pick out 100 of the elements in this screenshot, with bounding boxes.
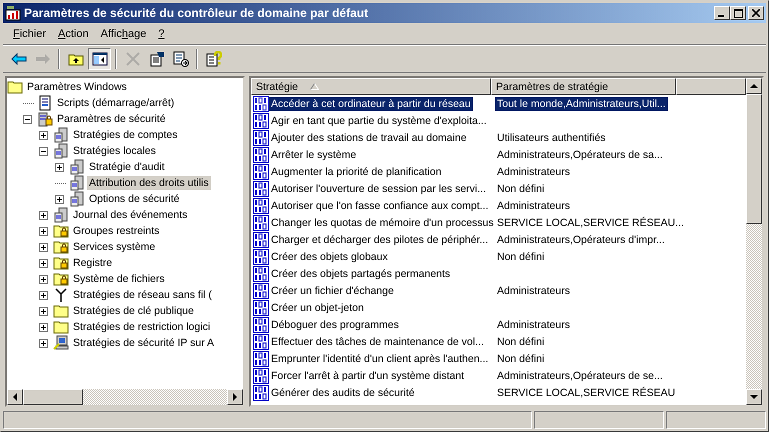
policy-name[interactable]: Créer des objets partagés permanents (269, 266, 452, 280)
tree-item[interactable]: Groupes restreints (71, 224, 162, 238)
folder-icon (53, 303, 69, 319)
policy-name[interactable]: Ajouter des stations de travail au domaine (269, 130, 469, 144)
policy-setting: Administrateurs (496, 198, 571, 212)
vertical-scrollbar[interactable] (746, 78, 762, 405)
policy-name[interactable]: Changer les quotas de mémoire d'un processus (269, 216, 496, 230)
close-button[interactable] (748, 6, 764, 20)
expand-icon[interactable] (39, 338, 50, 348)
policy-name[interactable]: Créer un objet-jeton (269, 300, 366, 314)
policy-name[interactable]: Effectuer des tâches de maintenance de vol... (269, 334, 486, 348)
lock-folder-icon (53, 271, 69, 287)
policy-icon (253, 214, 269, 230)
tree-item[interactable]: Stratégies de clé publique (71, 304, 196, 318)
menu-item[interactable]: ? (152, 26, 170, 42)
policy-name[interactable]: Forcer l'arrêt à partir d'un système distant (269, 368, 466, 382)
policy-name[interactable]: Autoriser que l'on fasse confiance aux compt... (269, 198, 490, 212)
tree-item[interactable]: Stratégies de réseau sans fil ( (71, 288, 214, 302)
expand-icon[interactable] (55, 162, 66, 172)
policy-setting: SERVICE LOCAL,SERVICE RÉSEAU... (496, 216, 685, 230)
app-icon (5, 5, 21, 21)
policy-name[interactable]: Augmenter la priorité de planification (269, 164, 444, 178)
expand-icon[interactable] (39, 306, 50, 316)
policy-icon (253, 384, 269, 400)
column-header[interactable] (676, 78, 746, 95)
policy-icon (253, 282, 269, 298)
tree-item[interactable]: Attribution des droits utilis (87, 176, 211, 190)
policy-setting: Administrateurs,Opérateurs de se... (496, 368, 664, 382)
expand-icon[interactable] (39, 242, 50, 252)
horizontal-scrollbar[interactable] (7, 389, 243, 405)
server-icon (69, 191, 85, 207)
computer-key-icon (53, 335, 69, 351)
policy-icon (253, 164, 269, 180)
down-arrow-icon (750, 394, 758, 400)
policy-icon (253, 350, 269, 366)
server-lock-icon (37, 111, 53, 127)
tree-item[interactable]: Stratégies locales (71, 144, 158, 158)
tree-item[interactable]: Services système (71, 240, 158, 254)
policy-icon (253, 180, 269, 196)
tree-item[interactable]: Registre (71, 256, 114, 270)
minimize-button[interactable] (714, 6, 730, 20)
maximize-button[interactable] (730, 6, 746, 20)
policy-name[interactable]: Arrêter le système (269, 148, 358, 162)
tree-item[interactable]: Stratégies de comptes (71, 128, 180, 142)
column-header[interactable]: Stratégie (251, 78, 491, 95)
policy-setting: Tout le monde,Administrateurs,Util... (495, 96, 668, 110)
window-title: Paramètres de sécurité du contrôleur de domaine par défaut (24, 6, 370, 20)
policy-name[interactable]: Déboguer des programmes (269, 318, 401, 332)
tree-item[interactable]: Paramètres de sécurité (55, 112, 168, 126)
tree-item[interactable]: Paramètres Windows (25, 80, 129, 94)
policy-setting: Administrateurs (496, 164, 571, 178)
policy-name[interactable]: Charger et décharger des pilotes de périphér... (269, 232, 490, 246)
expand-icon[interactable] (39, 226, 50, 236)
policy-setting: Non défini (496, 334, 546, 348)
policy-setting: Non défini (496, 182, 546, 196)
column-header[interactable]: Paramètres de stratégie (491, 78, 676, 95)
policy-setting: SERVICE LOCAL,SERVICE RÉSEAU (496, 386, 676, 400)
policy-icon (253, 334, 269, 350)
policy-name[interactable]: Créer un fichier d'échange (269, 284, 396, 298)
collapse-icon[interactable] (23, 114, 34, 124)
menu-item[interactable]: Affichage (94, 26, 152, 42)
left-arrow-icon (12, 393, 18, 401)
expand-icon[interactable] (39, 130, 50, 140)
server-icon (69, 159, 85, 175)
policy-name[interactable]: Autoriser l'ouverture de session par les servi... (269, 182, 488, 196)
policy-setting: Administrateurs (496, 284, 571, 298)
tree-item[interactable]: Journal des événements (71, 208, 190, 222)
policy-setting: Administrateurs (496, 318, 571, 332)
policy-icon (253, 232, 269, 248)
up-arrow-icon (750, 83, 758, 89)
policy-name[interactable]: Accéder à cet ordinateur à partir du réseau (269, 96, 473, 110)
collapse-icon[interactable] (39, 146, 50, 156)
tree-item[interactable]: Stratégie d'audit (87, 160, 167, 174)
policy-icon (253, 300, 269, 316)
expand-icon[interactable] (39, 322, 50, 332)
policy-name[interactable]: Créer des objets globaux (269, 250, 390, 264)
policy-icon (253, 316, 269, 332)
expand-icon[interactable] (39, 290, 50, 300)
antenna-icon (53, 287, 69, 303)
policy-name[interactable]: Générer des audits de sécurité (269, 386, 417, 400)
policy-icon (253, 248, 269, 264)
policy-icon (253, 266, 269, 282)
menu-item[interactable]: Action (52, 26, 95, 42)
server-icon (53, 143, 69, 159)
tree-item[interactable]: Scripts (démarrage/arrêt) (55, 96, 176, 110)
expand-icon[interactable] (39, 258, 50, 268)
menu-item[interactable]: Fichier (7, 26, 52, 42)
policy-icon (253, 198, 269, 214)
expand-icon[interactable] (39, 210, 50, 220)
server-icon (53, 207, 69, 223)
tree-item[interactable]: Stratégies de restriction logici (71, 320, 212, 334)
expand-icon[interactable] (55, 194, 66, 204)
tree-item[interactable]: Stratégies de sécurité IP sur A (71, 336, 216, 350)
policy-name[interactable]: Agir en tant que partie du système d'exploita... (269, 114, 489, 128)
tree-item[interactable]: Options de sécurité (87, 192, 182, 206)
tree-item[interactable]: Système de fichiers (71, 272, 167, 286)
policy-name[interactable]: Emprunter l'identité d'un client après l'authen... (269, 352, 490, 366)
policy-setting: Non défini (496, 352, 546, 366)
expand-icon[interactable] (39, 274, 50, 284)
pane-toggle-icon[interactable] (88, 48, 111, 70)
